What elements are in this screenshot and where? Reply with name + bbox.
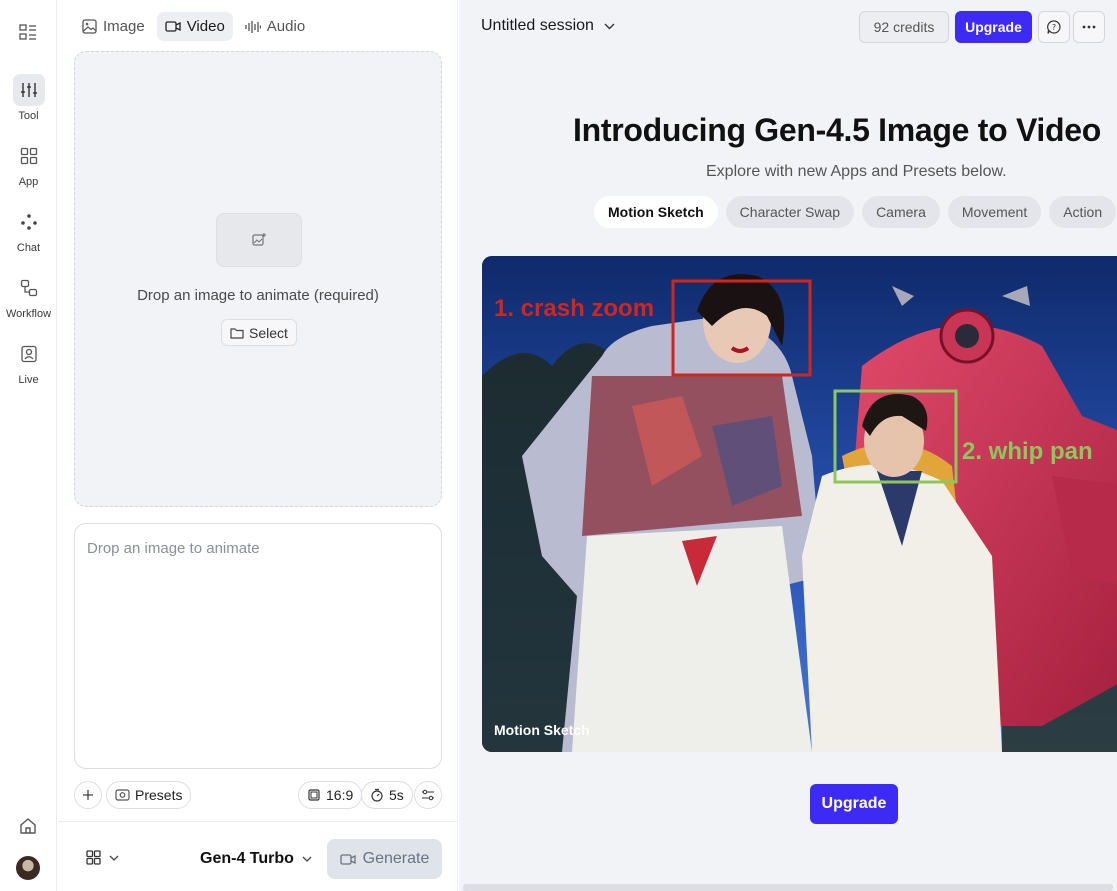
mode-tabs: Image Video Audio xyxy=(74,12,313,41)
feedback-button[interactable]: ? xyxy=(1038,11,1070,43)
settings-button[interactable] xyxy=(414,781,442,809)
presets-icon xyxy=(115,789,130,801)
more-horizontal-icon xyxy=(1082,25,1096,29)
timer-icon xyxy=(371,788,383,802)
tab-video[interactable]: Video xyxy=(156,12,233,41)
chevron-down-icon xyxy=(604,23,615,29)
chip-camera[interactable]: Camera xyxy=(862,196,940,228)
chip-motion-sketch[interactable]: Motion Sketch xyxy=(594,196,718,228)
chip-action[interactable]: Action xyxy=(1049,196,1117,228)
presets-label: Presets xyxy=(135,787,183,803)
audio-wave-icon xyxy=(245,20,261,33)
video-icon xyxy=(339,853,356,865)
image-icon xyxy=(82,19,97,34)
panel-footer: Gen-4 Turbo Generate xyxy=(58,821,458,891)
duration-button[interactable]: 5s xyxy=(361,781,413,809)
main-area: Untitled session 92 credits Upgrade ? In… xyxy=(459,0,1117,891)
model-label: Gen-4 Turbo xyxy=(200,850,294,867)
page-title: Introducing Gen-4.5 Image to Video xyxy=(573,112,1101,148)
horizontal-scrollbar[interactable] xyxy=(463,884,1113,891)
rail-label-app: App xyxy=(18,176,39,188)
live-portrait-icon xyxy=(13,338,45,370)
hero-preview[interactable]: 1. crash zoom 2. whip pan Motion Sketch xyxy=(482,256,1117,752)
page-subtitle: Explore with new Apps and Presets below. xyxy=(706,163,1007,180)
sliders-icon xyxy=(12,74,45,106)
avatar[interactable] xyxy=(16,856,40,880)
tab-image-label: Image xyxy=(103,18,145,35)
select-button[interactable]: Select xyxy=(221,319,297,346)
hero-illustration: 1. crash zoom 2. whip pan xyxy=(482,256,1117,752)
add-image-icon xyxy=(216,213,302,267)
generate-button[interactable]: Generate xyxy=(327,839,442,879)
layout-menu-button[interactable] xyxy=(86,850,119,865)
upgrade-button-main[interactable]: Upgrade xyxy=(810,784,898,824)
aspect-ratio-button[interactable]: 16:9 xyxy=(298,781,363,809)
generate-label: Generate xyxy=(362,850,430,867)
annotation-crash-zoom: 1. crash zoom xyxy=(494,295,654,322)
rail-label-workflow: Workflow xyxy=(5,308,52,320)
chevron-down-icon xyxy=(302,856,312,862)
preset-chips: Motion Sketch Character Swap Camera Move… xyxy=(594,196,1117,228)
chevron-down-icon xyxy=(109,855,119,861)
prompt-placeholder: Drop an image to animate xyxy=(87,540,260,557)
grid-icon xyxy=(86,850,101,865)
apps-grid-icon xyxy=(13,140,45,172)
rail-label-live: Live xyxy=(18,374,39,386)
chip-character-swap[interactable]: Character Swap xyxy=(725,196,855,228)
presets-button[interactable]: Presets xyxy=(106,781,192,809)
workflow-icon xyxy=(13,272,45,304)
aspect-ratio-label: 16:9 xyxy=(326,787,354,803)
folder-icon xyxy=(230,327,244,339)
tab-image[interactable]: Image xyxy=(74,12,153,41)
rail-item-live[interactable]: Live xyxy=(0,338,57,386)
tab-audio[interactable]: Audio xyxy=(237,12,313,41)
rail-item-app[interactable]: App xyxy=(0,140,57,188)
chat-bubble-icon: ? xyxy=(1047,20,1061,34)
rail-item-tool[interactable]: Tool xyxy=(0,74,57,122)
dots-icon xyxy=(13,206,45,238)
settings-sliders-icon xyxy=(422,789,434,801)
left-rail: Tool App Chat Workflow Live xyxy=(0,0,57,891)
rail-item-workflow[interactable]: Workflow xyxy=(0,272,57,320)
session-title-dropdown[interactable]: Untitled session xyxy=(481,17,615,35)
tab-audio-label: Audio xyxy=(266,18,306,35)
session-title: Untitled session xyxy=(481,17,594,34)
more-options-button[interactable] xyxy=(1073,11,1105,43)
hero-caption: Motion Sketch xyxy=(494,722,590,738)
prompt-input[interactable]: Drop an image to animate xyxy=(74,523,442,769)
video-icon xyxy=(165,21,181,32)
plus-icon xyxy=(83,790,93,800)
select-label: Select xyxy=(249,324,288,341)
credits-badge[interactable]: 92 credits xyxy=(859,11,949,43)
annotation-whip-pan: 2. whip pan xyxy=(962,438,1093,465)
options-row: Presets 16:9 5s xyxy=(74,781,442,809)
generation-panel: Image Video Audio Drop an image to anima… xyxy=(58,0,458,891)
upgrade-button-header[interactable]: Upgrade xyxy=(955,11,1032,43)
collapse-sidebar-icon[interactable] xyxy=(14,20,42,44)
image-dropzone[interactable]: Drop an image to animate (required) Sele… xyxy=(74,51,442,507)
duration-label: 5s xyxy=(389,787,404,803)
add-button[interactable] xyxy=(74,781,102,809)
tab-video-label: Video xyxy=(186,18,225,35)
model-selector[interactable]: Gen-4 Turbo xyxy=(200,850,312,868)
dropzone-text: Drop an image to animate (required) xyxy=(137,287,379,304)
chip-movement[interactable]: Movement xyxy=(947,196,1042,228)
rail-label-tool: Tool xyxy=(18,110,39,122)
svg-text:?: ? xyxy=(1052,23,1056,32)
rail-item-chat[interactable]: Chat xyxy=(0,206,57,254)
rail-label-chat: Chat xyxy=(16,242,41,254)
aspect-ratio-icon xyxy=(308,789,320,801)
home-icon[interactable] xyxy=(14,814,42,838)
